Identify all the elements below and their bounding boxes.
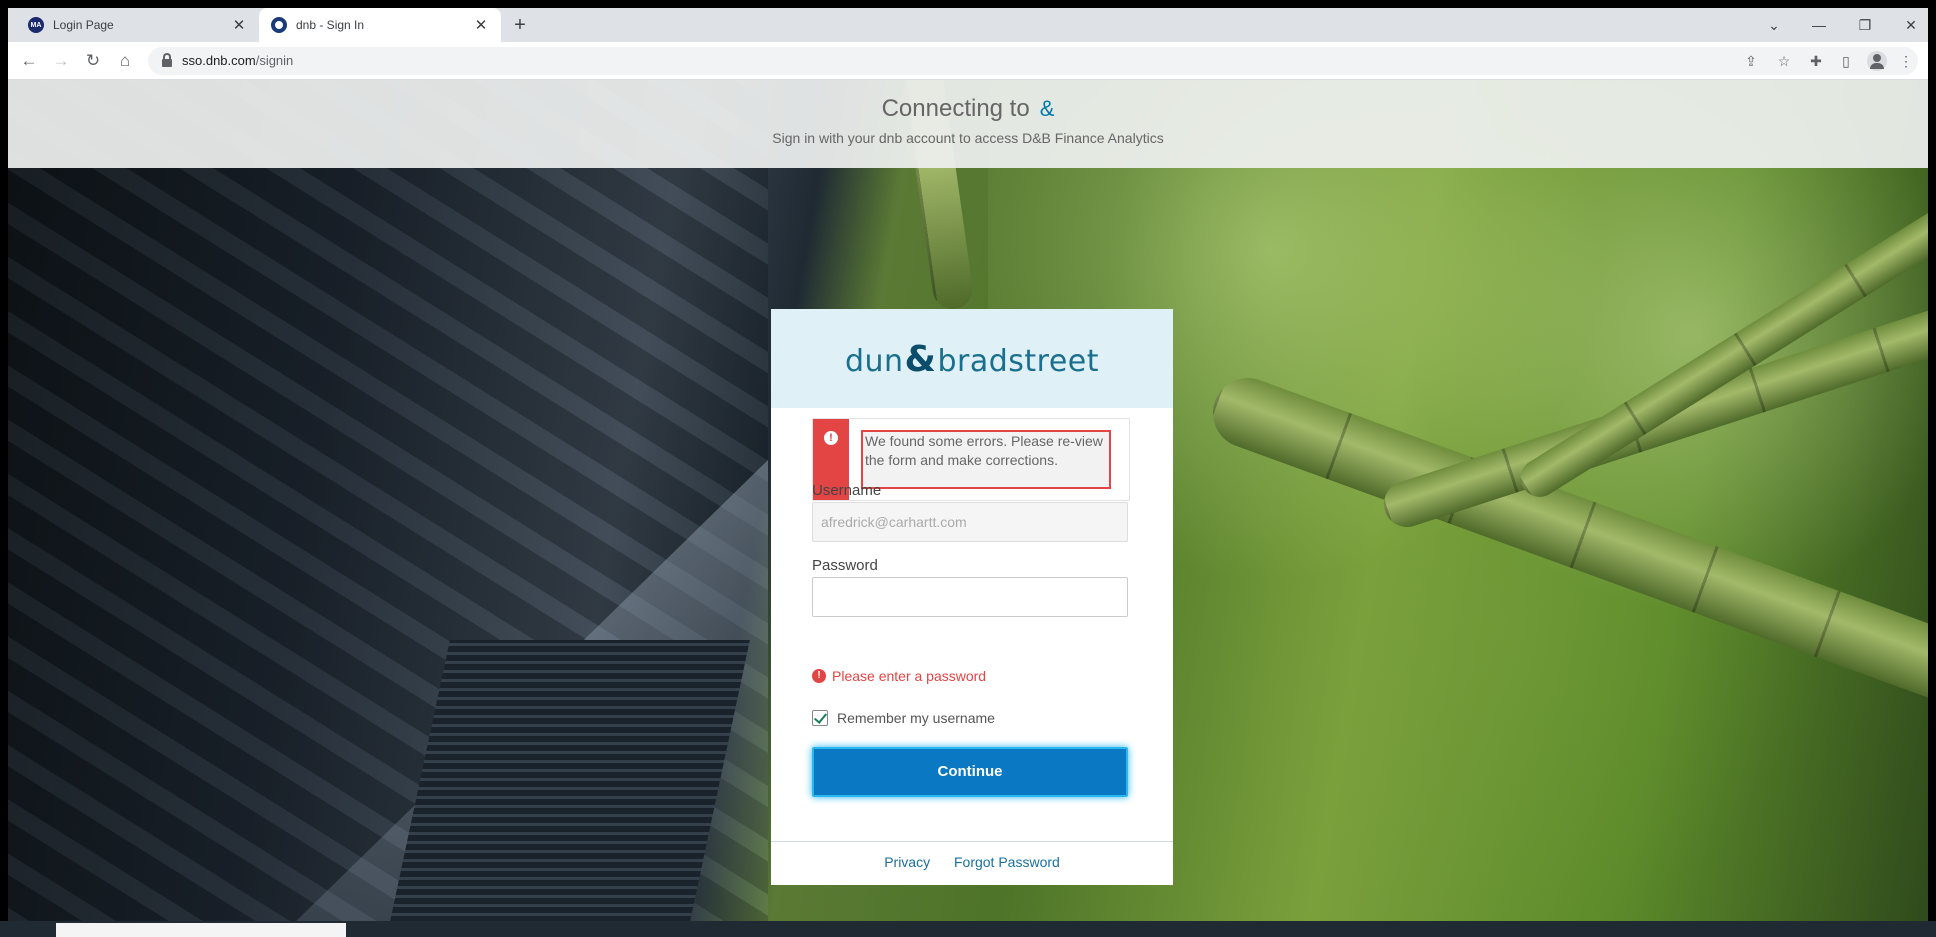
close-icon[interactable]: ✕ (231, 16, 247, 34)
dun-bradstreet-logo: dun&bradstreet (844, 339, 1100, 380)
minimize-icon[interactable]: — (1806, 12, 1832, 38)
password-input[interactable] (812, 577, 1128, 617)
password-error-text: Please enter a password (832, 668, 987, 684)
bookmark-star-icon[interactable]: ☆ (1773, 50, 1795, 72)
forgot-password-link[interactable]: Forgot Password (954, 854, 1060, 870)
remember-checkbox[interactable] (812, 710, 828, 726)
side-panel-icon[interactable]: ▯ (1833, 48, 1859, 74)
connecting-title: Connecting to & (881, 95, 1055, 122)
home-icon[interactable]: ⌂ (112, 48, 138, 74)
taskbar-item[interactable] (56, 923, 346, 937)
browser-toolbar: ← → ↻ ⌂ sso.dnb.com/signin ⇪ ☆ ✚ ▯ ⋮ (8, 42, 1928, 80)
error-message: We found some errors. Please re-view the… (861, 430, 1111, 489)
signin-card: dun&bradstreet ! We found some errors. P… (771, 309, 1173, 885)
tab-dnb-sign-in[interactable]: dnb - Sign In ✕ (259, 8, 501, 42)
logo-banner: dun&bradstreet (771, 309, 1173, 408)
profile-avatar[interactable] (1867, 51, 1887, 71)
reload-icon[interactable]: ↻ (80, 48, 106, 74)
username-input[interactable]: afredrick@carhartt.com (812, 502, 1128, 542)
tab-favicon: MA (28, 17, 44, 33)
share-icon[interactable]: ⇪ (1740, 50, 1762, 72)
connecting-subtitle: Sign in with your dnb account to access … (772, 130, 1164, 146)
tab-search-icon[interactable]: ⌄ (1761, 12, 1787, 38)
tab-title: Login Page (53, 18, 114, 32)
browser-window: MA Login Page ✕ dnb - Sign In ✕ + ⌄ — ❐ … (8, 8, 1928, 929)
password-error: ! Please enter a password (812, 668, 986, 684)
forward-icon[interactable]: → (48, 48, 74, 74)
window-close-icon[interactable]: ✕ (1898, 12, 1924, 38)
privacy-link[interactable]: Privacy (884, 854, 930, 870)
remember-username[interactable]: Remember my username (812, 710, 995, 726)
new-tab-icon[interactable]: + (508, 14, 532, 38)
tab-title: dnb - Sign In (296, 18, 365, 32)
signin-page: Connecting to & Sign in with your dnb acc… (8, 80, 1928, 929)
exclamation-icon: ! (812, 669, 826, 683)
lock-icon (162, 53, 172, 67)
url-text: sso.dnb.com/signin (182, 53, 293, 68)
connecting-header: Connecting to & Sign in with your dnb acc… (8, 80, 1928, 168)
divider (771, 841, 1173, 842)
continue-button[interactable]: Continue (812, 747, 1128, 797)
close-icon[interactable]: ✕ (473, 16, 489, 34)
username-label: Username (812, 482, 882, 499)
tab-favicon (271, 17, 287, 33)
exclamation-icon: ! (824, 431, 838, 445)
tab-login-page[interactable]: MA Login Page ✕ (16, 8, 259, 42)
footer-links: Privacy Forgot Password (771, 854, 1173, 870)
remember-label: Remember my username (837, 710, 995, 726)
back-icon[interactable]: ← (16, 48, 42, 74)
taskbar (0, 921, 1936, 937)
tab-strip: MA Login Page ✕ dnb - Sign In ✕ + ⌄ — ❐ … (8, 8, 1928, 42)
menu-kebab-icon[interactable]: ⋮ (1893, 48, 1919, 74)
restore-icon[interactable]: ❐ (1852, 12, 1878, 38)
extensions-icon[interactable]: ✚ (1803, 48, 1829, 74)
dnb-amp-logo: & (1039, 96, 1055, 121)
address-bar[interactable]: sso.dnb.com/signin ⇪ ☆ (148, 47, 1918, 75)
url-host: sso.dnb.com (182, 53, 256, 68)
url-path: /signin (255, 53, 294, 68)
password-label: Password (812, 557, 878, 574)
